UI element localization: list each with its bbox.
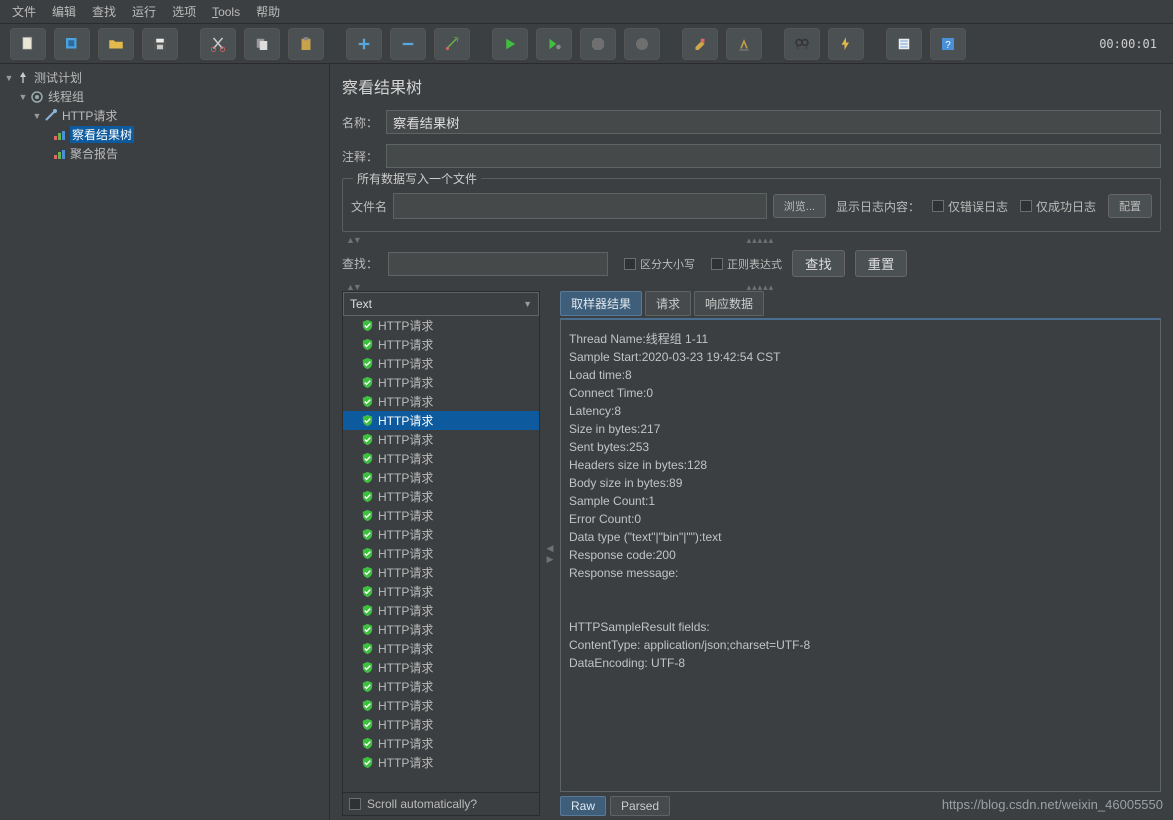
scroll-auto-label: Scroll automatically?: [367, 797, 477, 811]
sample-list[interactable]: HTTP请求HTTP请求HTTP请求HTTP请求HTTP请求HTTP请求HTTP…: [343, 316, 539, 792]
panel-title: 察看结果树: [342, 74, 1161, 98]
sample-item[interactable]: HTTP请求: [343, 715, 539, 734]
sample-item[interactable]: HTTP请求: [343, 449, 539, 468]
sample-item[interactable]: HTTP请求: [343, 392, 539, 411]
menu-file[interactable]: 文件: [4, 1, 44, 23]
search-input[interactable]: [388, 252, 608, 276]
tab-sampler-result[interactable]: 取样器结果: [560, 291, 642, 316]
sample-item[interactable]: HTTP请求: [343, 658, 539, 677]
cut-icon[interactable]: [200, 28, 236, 60]
search-label: 查找：: [342, 255, 378, 272]
write-results-group: 所有数据写入一个文件 文件名 浏览... 显示日志内容： 仅错误日志 仅成功日志…: [342, 178, 1161, 232]
filename-input[interactable]: [393, 193, 767, 219]
name-label: 名称：: [342, 114, 386, 131]
stop-icon[interactable]: [580, 28, 616, 60]
split-handle-1[interactable]: ▲▼▴▴▴▴▴: [342, 236, 1161, 244]
svg-text:?: ?: [945, 39, 951, 50]
case-sensitive-checkbox[interactable]: 区分大小写: [624, 256, 695, 272]
menu-search[interactable]: 查找: [84, 1, 124, 23]
function-helper-icon[interactable]: [886, 28, 922, 60]
sample-item[interactable]: HTTP请求: [343, 696, 539, 715]
comment-label: 注释：: [342, 148, 386, 165]
sample-item[interactable]: HTTP请求: [343, 487, 539, 506]
copy-icon[interactable]: [244, 28, 280, 60]
sample-item[interactable]: HTTP请求: [343, 620, 539, 639]
sample-item[interactable]: HTTP请求: [343, 525, 539, 544]
menu-options[interactable]: 选项: [164, 1, 204, 23]
vertical-split[interactable]: ◀▶: [546, 291, 554, 816]
clear-icon[interactable]: [682, 28, 718, 60]
configure-button[interactable]: 配置: [1108, 194, 1152, 218]
name-input[interactable]: [386, 110, 1161, 134]
tree-test-plan[interactable]: ▼ 测试计划: [0, 68, 329, 87]
sample-item[interactable]: HTTP请求: [343, 506, 539, 525]
split-handle-2[interactable]: ▲▼▴▴▴▴▴: [342, 283, 1161, 291]
collapse-icon[interactable]: [390, 28, 426, 60]
tree-view-results-tree[interactable]: 察看结果树: [0, 125, 329, 144]
menu-tools[interactable]: Tools: [204, 1, 248, 23]
paste-icon[interactable]: [288, 28, 324, 60]
search-icon[interactable]: [784, 28, 820, 60]
sample-item[interactable]: HTTP请求: [343, 639, 539, 658]
tree-http-request[interactable]: ▼ HTTP请求: [0, 106, 329, 125]
sample-item[interactable]: HTTP请求: [343, 468, 539, 487]
reset-search-icon[interactable]: [828, 28, 864, 60]
expand-icon[interactable]: [346, 28, 382, 60]
tree-aggregate-report[interactable]: 聚合报告: [0, 144, 329, 163]
shutdown-icon[interactable]: [624, 28, 660, 60]
scroll-auto-checkbox[interactable]: [349, 798, 361, 810]
clear-all-icon[interactable]: [726, 28, 762, 60]
write-results-legend: 所有数据写入一个文件: [353, 170, 481, 187]
open-file-icon[interactable]: [98, 28, 134, 60]
sample-item[interactable]: HTTP请求: [343, 411, 539, 430]
watermark: https://blog.csdn.net/weixin_46005550: [942, 797, 1163, 812]
sample-item[interactable]: HTTP请求: [343, 677, 539, 696]
sample-item[interactable]: HTTP请求: [343, 734, 539, 753]
start-no-pause-icon[interactable]: [536, 28, 572, 60]
sample-item[interactable]: HTTP请求: [343, 563, 539, 582]
results-left-pane: Text▼ HTTP请求HTTP请求HTTP请求HTTP请求HTTP请求HTTP…: [342, 291, 540, 816]
only-error-checkbox[interactable]: 仅错误日志: [932, 198, 1008, 215]
tree-thread-group[interactable]: ▼ 线程组: [0, 87, 329, 106]
toolbar: ? 00:00:01: [0, 24, 1173, 64]
tab-request[interactable]: 请求: [645, 291, 691, 316]
sample-item[interactable]: HTTP请求: [343, 753, 539, 772]
sample-item[interactable]: HTTP请求: [343, 354, 539, 373]
sample-item[interactable]: HTTP请求: [343, 373, 539, 392]
browse-button[interactable]: 浏览...: [773, 194, 826, 218]
test-plan-tree: ▼ 测试计划 ▼ 线程组 ▼ HTTP请求 察看结果树 聚合报告: [0, 64, 330, 820]
renderer-select[interactable]: Text▼: [343, 292, 539, 316]
new-file-icon[interactable]: [10, 28, 46, 60]
tab-response-data[interactable]: 响应数据: [694, 291, 764, 316]
search-button[interactable]: 查找: [792, 250, 845, 277]
only-success-checkbox[interactable]: 仅成功日志: [1020, 198, 1096, 215]
sample-item[interactable]: HTTP请求: [343, 316, 539, 335]
menu-bar: 文件 编辑 查找 运行 选项 Tools 帮助: [0, 0, 1173, 24]
templates-icon[interactable]: [54, 28, 90, 60]
filename-label: 文件名: [351, 198, 387, 215]
log-content-label: 显示日志内容：: [836, 198, 920, 215]
help-icon[interactable]: ?: [930, 28, 966, 60]
sampler-result-detail: Thread Name:线程组 1-11Sample Start:2020-03…: [560, 318, 1161, 792]
menu-edit[interactable]: 编辑: [44, 1, 84, 23]
sample-item[interactable]: HTTP请求: [343, 430, 539, 449]
sample-item[interactable]: HTTP请求: [343, 582, 539, 601]
toggle-icon[interactable]: [434, 28, 470, 60]
menu-run[interactable]: 运行: [124, 1, 164, 23]
listener-panel: 察看结果树 名称： 注释： 所有数据写入一个文件 文件名 浏览... 显示日志内…: [330, 64, 1173, 820]
regex-checkbox[interactable]: 正则表达式: [711, 256, 782, 272]
sample-item[interactable]: HTTP请求: [343, 544, 539, 563]
save-icon[interactable]: [142, 28, 178, 60]
tab-parsed[interactable]: Parsed: [610, 796, 670, 816]
start-icon[interactable]: [492, 28, 528, 60]
sample-item[interactable]: HTTP请求: [343, 335, 539, 354]
comment-input[interactable]: [386, 144, 1161, 168]
reset-button[interactable]: 重置: [855, 250, 908, 277]
elapsed-timer: 00:00:01: [1089, 37, 1167, 51]
sample-item[interactable]: HTTP请求: [343, 601, 539, 620]
tab-raw[interactable]: Raw: [560, 796, 606, 816]
menu-help[interactable]: 帮助: [248, 1, 288, 23]
